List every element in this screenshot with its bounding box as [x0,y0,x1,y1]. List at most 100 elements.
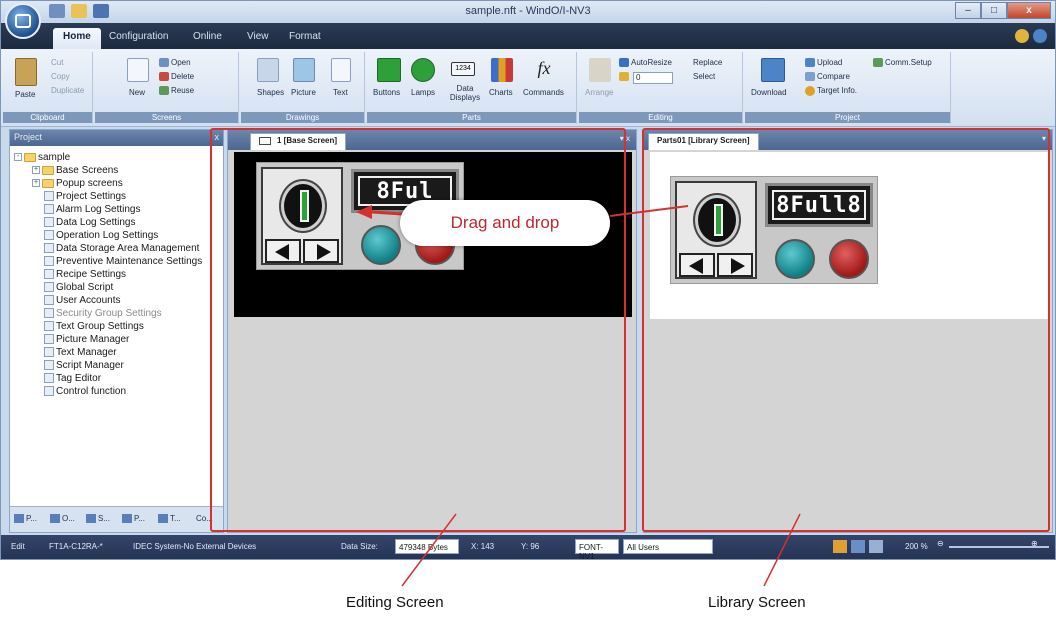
tree-item[interactable]: Text Group Settings [44,321,144,333]
paste-button[interactable]: Paste [15,90,35,99]
delete-button[interactable]: Delete [171,72,194,81]
tab-format[interactable]: Format [289,31,321,42]
project-tree: - sample + Base Screens + Popup screens Pro… [10,148,223,502]
upload-button[interactable]: Upload [817,58,842,67]
project-panel-title: Project [14,132,43,142]
new-button[interactable]: New [129,88,145,97]
lamps-button[interactable]: Lamps [411,88,435,97]
folder-icon [24,152,36,162]
commands-button[interactable]: Commands [523,88,564,97]
group-label-parts: Parts [367,112,576,123]
minimize-button[interactable]: – [955,2,981,19]
tree-item[interactable]: Data Storage Area Management [44,243,199,255]
font-select[interactable]: FONT-NV1 [575,539,619,561]
panel-tab-t[interactable]: T... [158,514,181,524]
tree-item[interactable]: Preventive Maintenance Settings [44,256,202,268]
library-screen-caption: Library Screen [708,594,806,611]
shapes-button[interactable]: Shapes [257,88,284,97]
target-info-icon [805,86,815,96]
expand-icon[interactable]: + [32,179,40,188]
close-button[interactable]: x [1007,2,1051,19]
users-doc-icon [44,295,54,306]
settings-doc-icon [44,191,54,202]
lamps-icon [411,58,435,82]
compare-button[interactable]: Compare [817,72,850,81]
tree-item[interactable]: + Popup screens [32,178,123,190]
tree-item[interactable]: Security Group Settings [44,308,162,320]
tree-item[interactable]: Global Script [44,282,113,294]
select-button[interactable]: Select [693,72,715,81]
view-full-icon[interactable] [869,540,883,553]
panel-tab-p[interactable]: P... [122,514,145,524]
script-manager-icon [44,360,54,371]
tree-item[interactable]: Picture Manager [44,334,129,346]
tree-item[interactable]: Operation Log Settings [44,230,158,242]
charts-button[interactable]: Charts [489,88,513,97]
download-icon [761,58,785,82]
tree-item[interactable]: Project Settings [44,191,126,203]
tab-view[interactable]: View [247,31,269,42]
drag-drop-callout: Drag and drop [400,200,610,246]
object-tab-icon [50,514,60,524]
group-label-clipboard: Clipboard [3,112,92,123]
style-icon[interactable] [1015,29,1029,43]
duplicate-button[interactable]: Duplicate [51,86,84,95]
reuse-button[interactable]: Reuse [171,86,194,95]
arrange-button[interactable]: Arrange [585,88,613,97]
zoom-in-icon[interactable]: ⊕ [1031,539,1038,548]
open-icon [159,58,169,67]
text-button[interactable]: Text [333,88,348,97]
panel-tab-s[interactable]: S... [86,514,110,524]
view-grid-icon[interactable] [851,540,865,553]
autoresize-button[interactable]: AutoResize [631,58,672,67]
application-button[interactable] [5,3,41,39]
group-parts: Buttons Lamps 1234 Data Displays Charts … [367,52,577,124]
buttons-button[interactable]: Buttons [373,88,400,97]
tree-item[interactable]: Data Log Settings [44,217,136,229]
view-buttons [833,540,883,553]
library-screen-highlight [642,128,1050,532]
shapes-icon [257,58,279,82]
data-displays-button[interactable]: Data Displays [449,84,481,102]
picture-button[interactable]: Picture [291,88,316,97]
window-title: sample.nft - WindO/I-NV3 [465,5,591,17]
open-button[interactable]: Open [171,58,191,67]
spin-input[interactable]: 0 [633,72,673,84]
tree-item[interactable]: + Base Screens [32,165,118,177]
target-info-button[interactable]: Target Info. [817,86,857,95]
tab-online[interactable]: Online [193,31,222,42]
zoom-out-icon[interactable]: ⊖ [937,539,944,548]
tab-home[interactable]: Home [53,28,101,49]
reuse-icon [159,86,169,95]
tree-item[interactable]: Text Manager [44,347,117,359]
status-x: X: 143 [471,542,495,551]
panel-tab-project[interactable]: P... [14,514,37,524]
tree-item[interactable]: - sample [14,152,70,164]
tree-item[interactable]: User Accounts [44,295,120,307]
replace-button[interactable]: Replace [693,58,722,67]
expand-icon[interactable]: + [32,166,40,175]
view-normal-icon[interactable] [833,540,847,553]
tab-configuration[interactable]: Configuration [109,31,168,42]
maximize-button[interactable]: □ [981,2,1007,19]
settings-doc-icon [44,204,54,215]
tree-item[interactable]: Script Manager [44,360,124,372]
copy-button[interactable]: Copy [51,72,70,81]
control-function-icon [44,386,54,397]
picture-manager-icon [44,334,54,345]
download-button[interactable]: Download [751,88,787,97]
group-project: Download Upload Compare Target Info. Com… [745,52,951,124]
arrange-icon [589,58,611,82]
comm-setup-button[interactable]: Comm.Setup [885,58,932,67]
paste-icon [15,58,37,86]
collapse-icon[interactable]: - [14,153,22,162]
help-icon[interactable] [1033,29,1047,43]
user-select[interactable]: All Users [623,539,713,554]
project-panel-header: Project x [10,130,223,146]
panel-tab-o[interactable]: O... [50,514,75,524]
tree-item[interactable]: Tag Editor [44,373,101,385]
tree-item[interactable]: Recipe Settings [44,269,126,281]
cut-button[interactable]: Cut [51,58,63,67]
tree-item[interactable]: Control function [44,386,126,398]
tree-item[interactable]: Alarm Log Settings [44,204,141,216]
